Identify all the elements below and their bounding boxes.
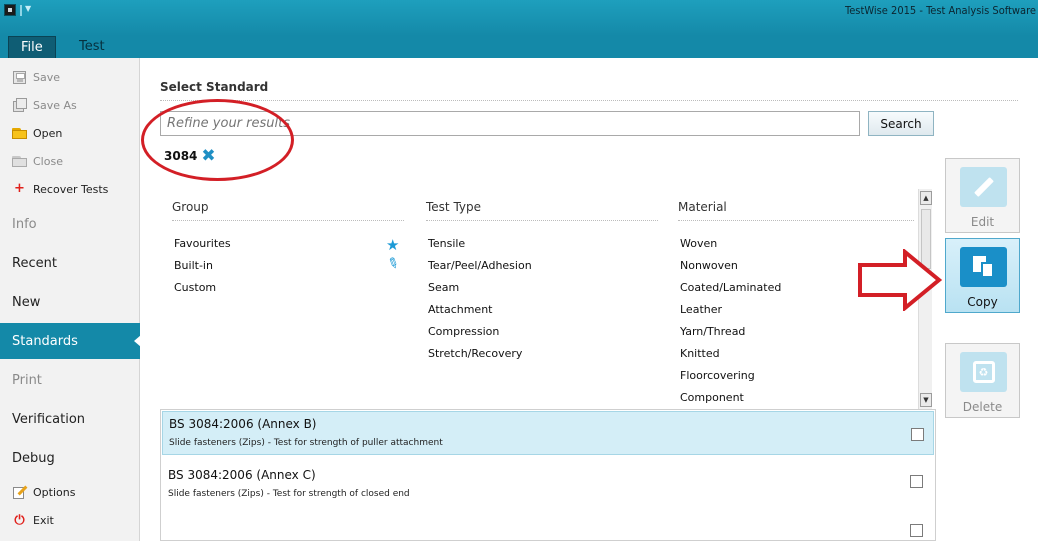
- recover-tests-label: Recover Tests: [33, 182, 109, 196]
- recycle-bin-icon: ♻: [960, 352, 1007, 392]
- results-list: BS 3084:2006 (Annex B) Slide fasteners (…: [160, 409, 936, 541]
- delete-label: Delete: [962, 400, 1003, 414]
- scroll-down-icon[interactable]: ▼: [920, 393, 932, 407]
- save-as-label: Save As: [33, 98, 77, 112]
- nav-verification[interactable]: Verification: [0, 401, 140, 437]
- nav-new[interactable]: New: [0, 284, 140, 320]
- save-as-icon: [12, 98, 27, 113]
- material-item-component[interactable]: Component: [680, 391, 744, 404]
- ribbon-tab-bar: File Test: [0, 36, 1038, 58]
- options-command[interactable]: Options: [12, 482, 75, 502]
- material-item-nonwoven[interactable]: Nonwoven: [680, 259, 738, 272]
- material-item-knitted[interactable]: Knitted: [680, 347, 720, 360]
- material-item-floorcovering[interactable]: Floorcovering: [680, 369, 755, 382]
- copy-label: Copy: [967, 295, 998, 309]
- group-item-favourites[interactable]: Favourites: [174, 237, 231, 250]
- title-bar: ▼ TestWise 2015 - Test Analysis Software: [0, 0, 1038, 36]
- favourites-star-icon: ★: [386, 236, 400, 254]
- filter-chip-label: 3084: [164, 149, 198, 163]
- result-code: BS 3084:2006 (Annex B): [169, 417, 317, 431]
- result-checkbox[interactable]: [910, 475, 923, 488]
- open-folder-icon: [12, 126, 27, 141]
- save-label: Save: [33, 70, 61, 84]
- group-column-header: Group: [172, 200, 209, 214]
- title-divider: [160, 100, 1018, 101]
- result-description: Slide fasteners (Zips) - Test for streng…: [168, 489, 410, 499]
- result-row[interactable]: BS 3084:2006 (Annex C) Slide fasteners (…: [162, 463, 934, 507]
- scroll-up-icon[interactable]: ▲: [920, 191, 932, 205]
- copy-button[interactable]: Copy: [945, 238, 1020, 313]
- group-item-built-in[interactable]: Built-in: [174, 259, 213, 272]
- material-column-header: Material: [678, 200, 727, 214]
- group-item-custom[interactable]: Custom: [174, 281, 216, 294]
- recover-tests-command[interactable]: + Recover Tests: [12, 179, 108, 199]
- result-row[interactable]: BS 3084:2006 (Annex B) Slide fasteners (…: [162, 411, 934, 455]
- copy-icon: [960, 247, 1007, 287]
- close-folder-icon: [12, 154, 27, 169]
- remove-filter-icon[interactable]: ✖: [201, 148, 215, 165]
- open-command[interactable]: Open: [12, 123, 62, 143]
- scroll-thumb[interactable]: [921, 209, 931, 269]
- open-label: Open: [33, 126, 63, 140]
- test-type-column-header: Test Type: [426, 200, 482, 214]
- search-button[interactable]: Search: [868, 111, 934, 136]
- nav-standards[interactable]: Standards: [0, 323, 141, 359]
- save-as-command[interactable]: Save As: [12, 95, 77, 115]
- tab-test[interactable]: Test: [67, 36, 117, 58]
- delete-button[interactable]: ♻ Delete: [945, 343, 1020, 418]
- test-type-item-stretch-recovery[interactable]: Stretch/Recovery: [428, 347, 522, 360]
- result-description: Slide fasteners (Zips) - Test for streng…: [169, 438, 443, 448]
- options-label: Options: [33, 485, 76, 499]
- result-checkbox[interactable]: [910, 524, 923, 537]
- nav-info[interactable]: Info: [0, 206, 140, 242]
- test-type-item-seam[interactable]: Seam: [428, 281, 459, 294]
- material-header-divider: [678, 220, 914, 221]
- material-item-coated-laminated[interactable]: Coated/Laminated: [680, 281, 781, 294]
- tab-file[interactable]: File: [8, 36, 56, 58]
- edit-button[interactable]: Edit: [945, 158, 1020, 233]
- close-command[interactable]: Close: [12, 151, 63, 171]
- save-command[interactable]: Save: [12, 67, 60, 87]
- test-type-item-tensile[interactable]: Tensile: [428, 237, 465, 250]
- close-label: Close: [33, 154, 63, 168]
- test-type-header-divider: [426, 220, 658, 221]
- recover-plus-icon: +: [14, 181, 25, 196]
- built-in-pencil-icon: ✎: [384, 254, 402, 274]
- power-icon: ⏻: [14, 512, 25, 528]
- page-title: Select Standard: [160, 80, 269, 94]
- material-item-leather[interactable]: Leather: [680, 303, 722, 316]
- quick-access-dropdown-icon[interactable]: ▼: [25, 4, 31, 13]
- nav-debug[interactable]: Debug: [0, 440, 140, 476]
- group-header-divider: [172, 220, 404, 221]
- edit-label: Edit: [970, 215, 995, 229]
- nav-print[interactable]: Print: [0, 362, 140, 398]
- filter-scrollbar[interactable]: ▲ ▼: [918, 189, 932, 409]
- test-type-item-compression[interactable]: Compression: [428, 325, 499, 338]
- test-type-item-tear-peel-adhesion[interactable]: Tear/Peel/Adhesion: [428, 259, 532, 272]
- backstage-sidebar: Save Save As Open Close + Recover Tests …: [0, 58, 141, 541]
- filter-chip: 3084 ✖: [164, 148, 216, 165]
- material-item-yarn-thread[interactable]: Yarn/Thread: [680, 325, 745, 338]
- save-icon: [12, 70, 27, 85]
- search-input[interactable]: [160, 111, 860, 136]
- result-code: BS 3084:2006 (Annex C): [168, 468, 316, 482]
- exit-label: Exit: [33, 513, 54, 527]
- material-item-woven[interactable]: Woven: [680, 237, 717, 250]
- result-row[interactable]: [162, 510, 934, 541]
- nav-recent[interactable]: Recent: [0, 245, 140, 281]
- options-icon: [12, 485, 27, 500]
- edit-pencil-icon: [960, 167, 1007, 207]
- app-logo-icon[interactable]: [4, 4, 16, 16]
- test-type-item-attachment[interactable]: Attachment: [428, 303, 493, 316]
- exit-command[interactable]: ⏻ Exit: [12, 510, 54, 530]
- quick-access-separator: [20, 5, 22, 16]
- result-checkbox[interactable]: [911, 428, 924, 441]
- window-title: TestWise 2015 - Test Analysis Software: [845, 4, 1036, 17]
